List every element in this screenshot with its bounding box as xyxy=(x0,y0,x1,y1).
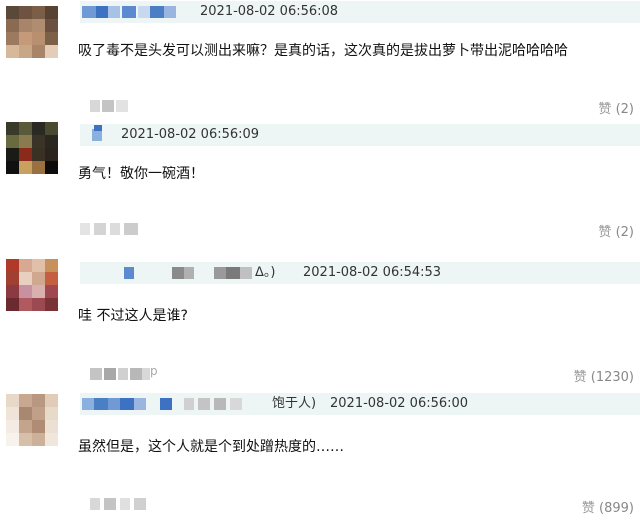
reply-blurred-username xyxy=(80,100,140,112)
like-count: (2) xyxy=(615,102,634,117)
like-button[interactable]: 赞 (899) xyxy=(582,497,634,516)
like-count: (2) xyxy=(615,225,634,240)
like-count: (1230) xyxy=(590,370,634,385)
like-count: (899) xyxy=(599,501,634,516)
like-label: 赞 xyxy=(598,225,612,240)
reply-blurred-username xyxy=(80,223,150,235)
comment-timestamp: 2021-08-02 06:54:53 xyxy=(303,265,442,280)
avatar[interactable] xyxy=(6,259,58,311)
avatar[interactable] xyxy=(6,394,58,446)
like-button[interactable]: 赞 (2) xyxy=(598,98,634,117)
comment-text: 勇气！敬你一碗酒！ xyxy=(78,166,204,182)
reply-blurred-username xyxy=(80,498,170,510)
like-label: 赞 xyxy=(573,370,587,385)
like-label: 赞 xyxy=(581,501,595,516)
comment-username-tail[interactable]: ᐃ。) xyxy=(255,262,275,284)
comment-text: 虽然但是，这个人就是个到处蹭热度的…… xyxy=(78,439,344,455)
avatar[interactable] xyxy=(6,6,58,58)
comment-meta-bar: 2021-08-02 06:56:09 xyxy=(80,124,640,146)
comment-meta-bar: ᐃ。) 2021-08-02 06:54:53 xyxy=(80,262,640,284)
comment-text: 哇 不过这人是谁? xyxy=(78,308,188,324)
comment-timestamp: 2021-08-02 06:56:00 xyxy=(330,396,469,411)
like-label: 赞 xyxy=(598,102,612,117)
comment-timestamp: 2021-08-02 06:56:08 xyxy=(200,4,339,19)
comment-timestamp: 2021-08-02 06:56:09 xyxy=(121,127,260,142)
like-button[interactable]: 赞 (2) xyxy=(598,221,634,240)
comment-meta-bar: 饱于人) 2021-08-02 06:56:00 xyxy=(80,393,640,415)
reply-username-tail: p xyxy=(150,364,158,378)
avatar[interactable] xyxy=(6,122,58,174)
like-button[interactable]: 赞 (1230) xyxy=(574,366,634,385)
comment-meta-bar-right: 2021-08-02 06:56:08 xyxy=(200,1,640,23)
comment-username-tail[interactable]: 饱于人) xyxy=(272,393,316,415)
comment-text: 吸了毒不是头发可以测出来嘛？是真的话，这次真的是拔出萝卜带出泥哈哈哈哈 xyxy=(78,43,568,59)
